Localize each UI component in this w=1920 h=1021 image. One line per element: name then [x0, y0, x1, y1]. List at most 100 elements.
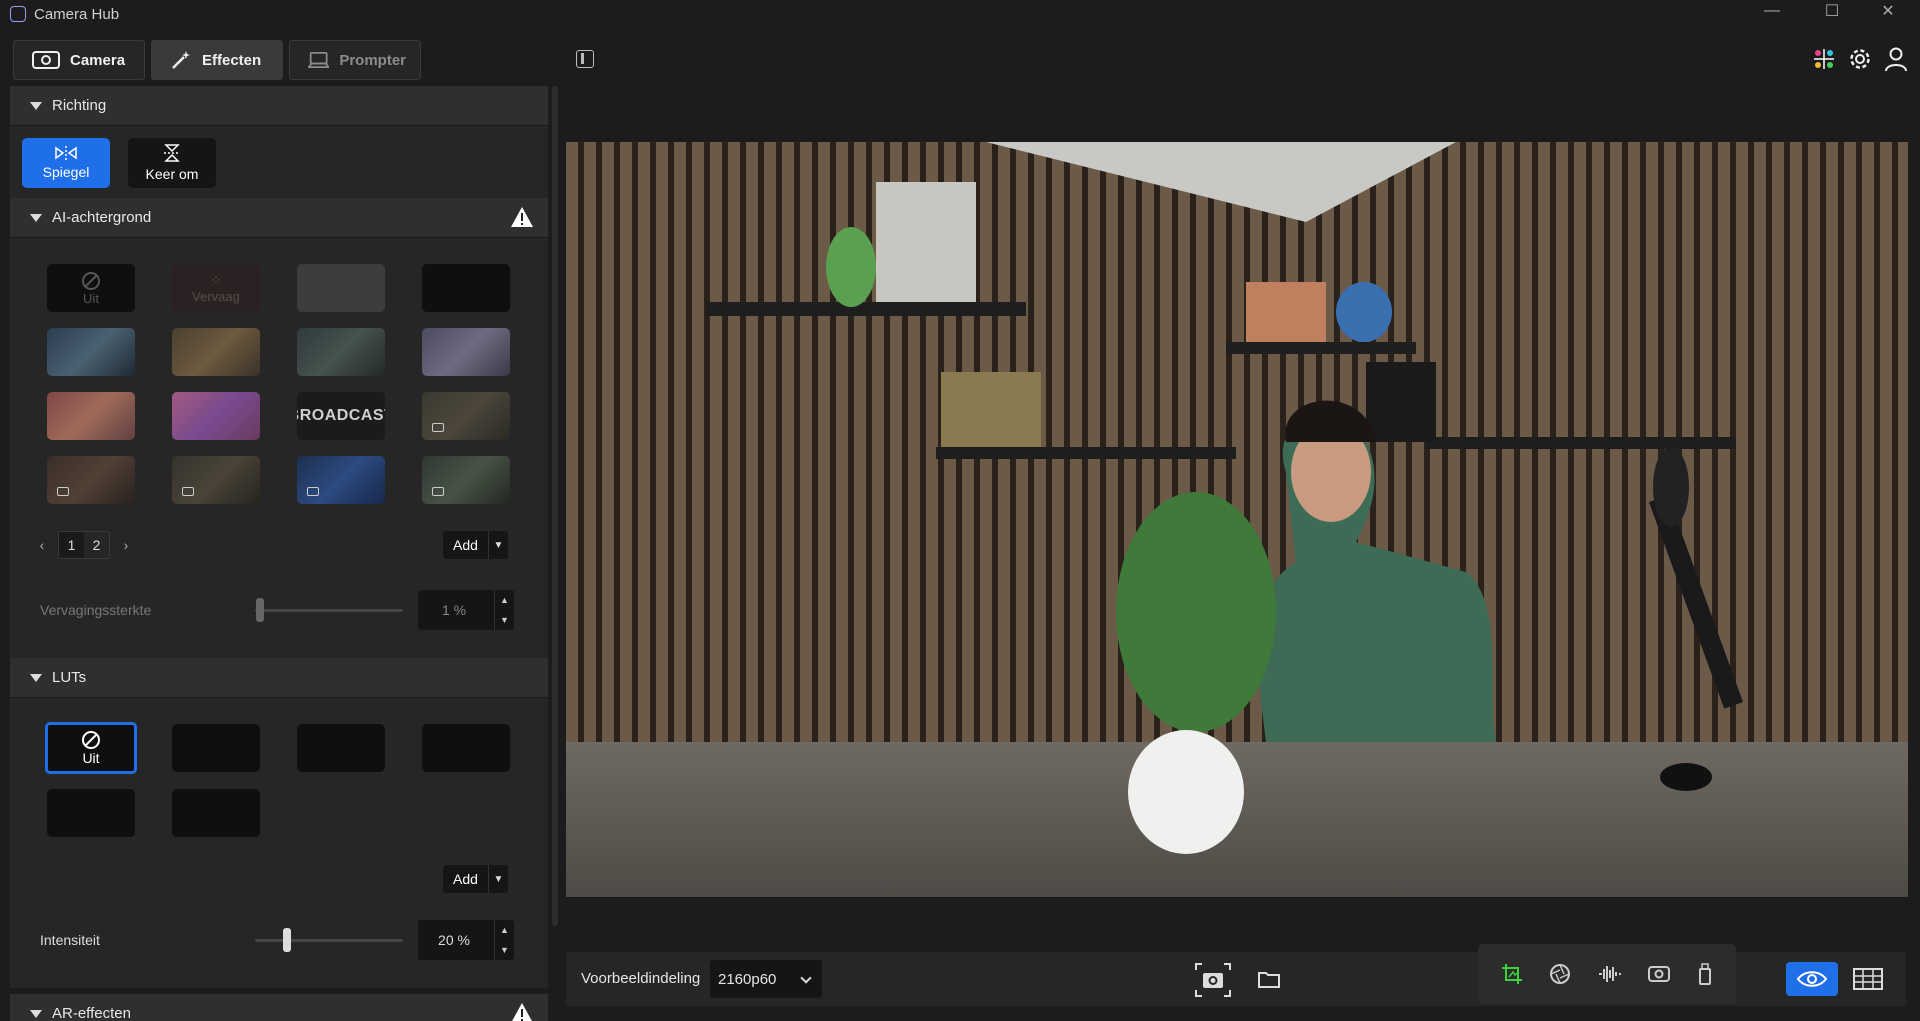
flip-button[interactable]: Keer om [128, 138, 216, 188]
background-tile[interactable] [47, 328, 135, 376]
background-tile[interactable] [422, 456, 510, 504]
spin-down-icon[interactable]: ▼ [495, 610, 514, 630]
background-tile[interactable] [297, 328, 385, 376]
crop-green-icon[interactable] [1501, 963, 1523, 985]
grid-icon [1853, 968, 1883, 990]
apps-icon[interactable] [1812, 47, 1836, 71]
lut-tile[interactable] [172, 724, 260, 772]
video-icon [432, 487, 444, 496]
preview-view-button[interactable] [1786, 962, 1838, 996]
close-icon[interactable]: ✕ [1860, 0, 1916, 22]
chevron-down-icon[interactable]: ▼ [487, 865, 508, 893]
lut-tile[interactable] [172, 789, 260, 837]
page-2[interactable]: 2 [84, 532, 109, 558]
blur-strength-label: Vervagingssterkte [40, 602, 152, 618]
tab-camera-label: Camera [70, 51, 126, 69]
lut-off-tile[interactable]: Uit [45, 722, 137, 774]
background-tile[interactable] [172, 328, 260, 376]
background-tile[interactable] [422, 328, 510, 376]
spin-arrows: ▲ ▼ [494, 590, 514, 630]
prompter-icon [308, 52, 330, 68]
chevron-down-icon[interactable]: ▼ [487, 531, 508, 559]
spin-up-icon[interactable]: ▲ [495, 590, 514, 610]
magic-wand-icon [172, 51, 190, 69]
section-ar-header[interactable]: AR-effecten [10, 994, 548, 1021]
section-richting-title: Richting [52, 97, 107, 114]
window-title: Camera Hub [34, 5, 120, 23]
camera-icon [32, 51, 60, 69]
section-richting-body: Spiegel Keer om [10, 126, 548, 198]
intensity-spinbox[interactable]: 20 % ▲ ▼ [418, 920, 514, 960]
flip-label: Keer om [145, 166, 199, 182]
background-tile[interactable] [297, 456, 385, 504]
lut-tile[interactable] [297, 724, 385, 772]
section-richting-header[interactable]: Richting [10, 86, 548, 126]
tab-effecten[interactable]: Effecten [151, 40, 283, 80]
background-tile[interactable] [47, 392, 135, 440]
intensity-row: Intensiteit 20 % ▲ ▼ [40, 920, 520, 960]
add-background-label: Add [443, 531, 488, 559]
snapshot-icon[interactable] [1194, 962, 1232, 998]
chevron-left-icon[interactable]: ‹ [32, 537, 52, 553]
chevron-right-icon[interactable]: › [116, 537, 136, 553]
section-luts-header[interactable]: LUTs [10, 658, 548, 698]
background-tile[interactable] [422, 264, 510, 312]
webcam-icon[interactable] [1647, 964, 1671, 984]
tab-prompter[interactable]: Prompter [289, 40, 421, 80]
section-ai-background-header[interactable]: AI-achtergrond [10, 198, 548, 238]
view-mode-toggle [1786, 962, 1894, 996]
title-bar: Camera Hub — ☐ ✕ [0, 0, 1920, 28]
caret-down-icon [30, 673, 42, 682]
spin-up-icon[interactable]: ▲ [495, 920, 514, 940]
tab-camera[interactable]: Camera [13, 40, 145, 80]
page-list: 1 2 [58, 531, 110, 559]
sidebar-scrollbar[interactable] [552, 86, 558, 926]
background-tile[interactable] [422, 392, 510, 440]
lut-tile[interactable] [47, 789, 135, 837]
mirror-button[interactable]: Spiegel [22, 138, 110, 188]
account-icon[interactable] [1884, 46, 1908, 72]
section-luts-body: Uit Add ▼ Intensiteit 20 % ▲ ▼ [10, 698, 548, 988]
audio-waveform-icon[interactable] [1597, 964, 1621, 984]
mirror-icon [55, 146, 77, 160]
blur-strength-row: Vervagingssterkte 1 % ▲ ▼ [40, 590, 520, 630]
off-icon [82, 271, 100, 290]
background-tile-broadcast[interactable]: BROADCAST [297, 392, 385, 440]
camera-preview [566, 142, 1908, 897]
warning-icon[interactable] [510, 206, 534, 228]
lut-tile[interactable] [422, 724, 510, 772]
background-off-tile[interactable]: Uit [47, 264, 135, 312]
intensity-slider[interactable] [255, 927, 403, 952]
slider-handle[interactable] [283, 927, 291, 952]
background-tile[interactable] [172, 456, 260, 504]
background-tile[interactable] [47, 456, 135, 504]
aperture-icon[interactable] [1549, 963, 1571, 985]
caret-down-icon [30, 213, 42, 222]
folder-icon[interactable] [1258, 970, 1280, 988]
warning-icon[interactable] [510, 1002, 534, 1021]
spin-down-icon[interactable]: ▼ [495, 940, 514, 960]
off-icon [82, 731, 100, 749]
background-tile[interactable] [297, 264, 385, 312]
maximize-icon[interactable]: ☐ [1804, 0, 1860, 22]
settings-gear-icon[interactable] [1848, 47, 1872, 71]
collapse-panel-icon[interactable] [576, 50, 594, 68]
resolution-select[interactable]: 2160p60 [710, 960, 822, 998]
chevron-down-icon [800, 972, 812, 984]
page-1[interactable]: 1 [59, 532, 84, 558]
add-background-button[interactable]: Add ▼ [443, 531, 508, 559]
minimize-icon[interactable]: — [1744, 0, 1800, 22]
usb-device-icon[interactable] [1697, 963, 1713, 985]
blur-strength-slider[interactable] [255, 597, 403, 622]
caret-down-icon [30, 1009, 42, 1018]
slider-handle[interactable] [256, 597, 265, 622]
main-tabs: Camera Effecten Prompter [13, 40, 421, 80]
blur-strength-spinbox[interactable]: 1 % ▲ ▼ [418, 590, 514, 630]
grid-view-button[interactable] [1842, 962, 1894, 996]
section-ai-background-title: AI-achtergrond [52, 209, 152, 226]
broadcast-label: BROADCAST [297, 407, 385, 424]
add-lut-button[interactable]: Add ▼ [443, 865, 508, 893]
background-tile[interactable] [172, 392, 260, 440]
section-ai-background-body: Uit ⁘ Vervaag BROADCAST ‹ 1 2 › [10, 238, 548, 658]
background-blur-tile[interactable]: ⁘ Vervaag [172, 264, 260, 312]
